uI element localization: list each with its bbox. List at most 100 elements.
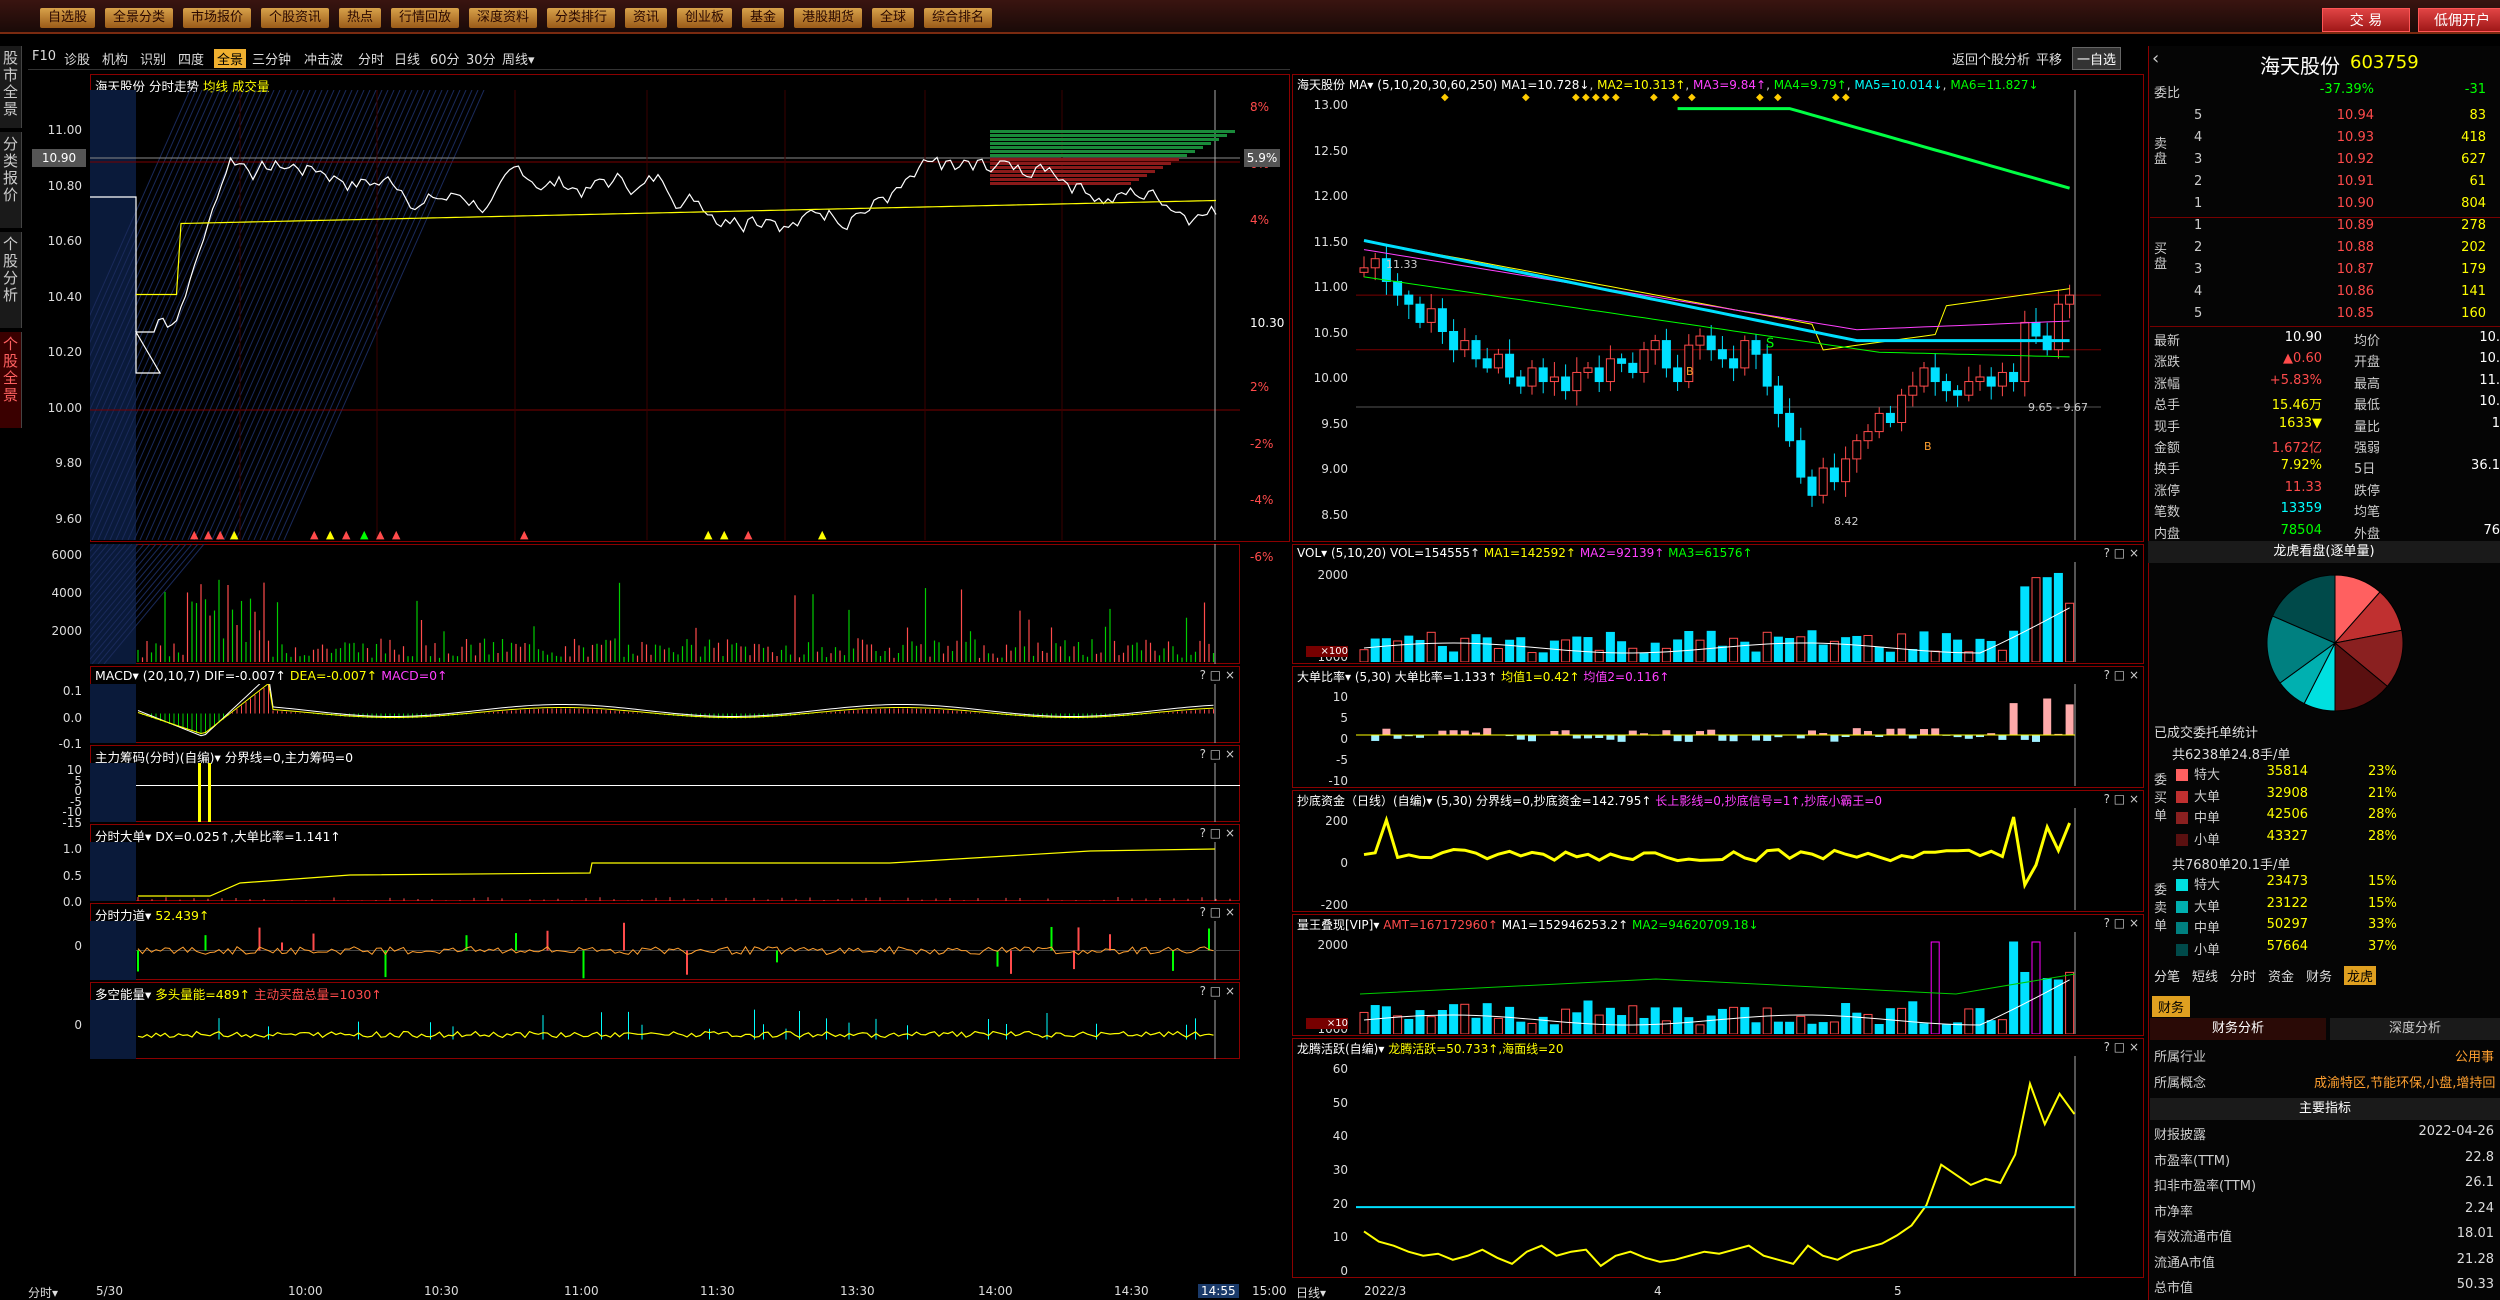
panel-controls[interactable]: ? □ ×: [1200, 668, 1235, 682]
menu-item-12[interactable]: 全球: [872, 8, 915, 28]
ls-tick: 0: [74, 1018, 82, 1032]
time-tick: 10:30: [424, 1284, 459, 1298]
panel-controls[interactable]: ? □ ×: [1200, 905, 1235, 919]
daily-price-tick: 10.00: [1313, 371, 1348, 385]
tool-institution[interactable]: 机构: [102, 49, 128, 68]
tool-diagnose[interactable]: 诊股: [64, 49, 90, 68]
menu-item-3[interactable]: 个股资讯: [261, 8, 330, 28]
menu-item-4[interactable]: 热点: [339, 8, 382, 28]
intraday-price-chart: ▲ ▲ ▲ ▲ ▲ ▲ ▲ ▲ ▲ ▲ ▲ ▲ ▲ ▲ ▲: [90, 90, 1240, 540]
panel-controls[interactable]: ? □ ×: [2104, 1040, 2139, 1054]
daily-period-button[interactable]: 日线▾: [1296, 1284, 1326, 1300]
trade-button[interactable]: 交 易: [2322, 8, 2410, 32]
quote-tab-0[interactable]: 分笔: [2154, 966, 2180, 985]
sidebar-tab-stock-analysis[interactable]: 个股分析: [0, 232, 22, 328]
stat-row: 金额 1.672亿 强弱: [2154, 441, 2381, 456]
sidebar-tab-category[interactable]: 分类报价: [0, 132, 22, 228]
panel-controls[interactable]: ? □ ×: [2104, 916, 2139, 930]
tool-daily[interactable]: 日线: [394, 49, 420, 68]
deep-analysis-tab[interactable]: 深度分析: [2330, 1018, 2500, 1040]
menu-item-7[interactable]: 分类排行: [547, 8, 616, 28]
sidebar-tab-market[interactable]: 股市全景: [0, 46, 22, 128]
vol-tick: 2000: [51, 624, 82, 638]
pct-tick: 4%: [1250, 213, 1270, 227]
dbr-tick: 10: [1332, 690, 1348, 704]
back-button[interactable]: 返回个股分析: [1952, 49, 2030, 68]
tool-timeshare[interactable]: 分时: [358, 49, 384, 68]
panel-controls[interactable]: ? □ ×: [2104, 668, 2139, 682]
tool-impact[interactable]: 冲击波: [304, 49, 343, 68]
lt-tick: 30: [1332, 1163, 1348, 1177]
menu-item-1[interactable]: 全景分类: [105, 8, 174, 28]
lw-tick: 2000: [1317, 938, 1348, 952]
quote-tab-4[interactable]: 财务: [2306, 966, 2332, 985]
signal-marker: ▲: [818, 528, 827, 540]
pct-tick: 2%: [1250, 380, 1270, 394]
event-diamond: ◆: [1842, 92, 1850, 103]
quote-tab-2[interactable]: 分时: [2230, 966, 2256, 985]
menu-item-9[interactable]: 创业板: [677, 8, 733, 28]
back-chevron-icon[interactable]: ‹: [2152, 48, 2159, 69]
dbr-v2: 均值2=0.116↑: [1583, 670, 1670, 684]
vol-params: (5,10,20): [1330, 546, 1387, 560]
panel-controls[interactable]: ? □ ×: [2104, 546, 2139, 560]
time-tick: 13:30: [840, 1284, 875, 1298]
vol-tick: 6000: [51, 548, 82, 562]
event-diamond: ◆: [1572, 92, 1580, 103]
finance-tab[interactable]: 财务: [2152, 996, 2191, 1017]
tool-four[interactable]: 四度: [178, 49, 204, 68]
panel-controls[interactable]: ? □ ×: [1200, 826, 1235, 840]
menu-item-0[interactable]: 自选股: [40, 8, 96, 28]
time-tick: 15:00: [1252, 1284, 1287, 1298]
menu-item-5[interactable]: 行情回放: [391, 8, 460, 28]
cdf-title: 抄底资金（日线）(自编)▾ (5,30) 分界线=0,抄底资金=142.795↑…: [1297, 792, 1882, 809]
stat-row: 现手 1633▼ 量比 1: [2154, 415, 2500, 435]
sidebar-tab-stock-full[interactable]: 个股全景: [0, 332, 22, 428]
ask-row-4: 4 10.93 418: [2194, 130, 2486, 145]
menu-item-2[interactable]: 市场报价: [183, 8, 252, 28]
menu-item-10[interactable]: 基金: [742, 8, 785, 28]
tool-full[interactable]: 全景: [214, 49, 247, 68]
tool-identify[interactable]: 识别: [140, 49, 166, 68]
lt-tick: 10: [1332, 1230, 1348, 1245]
buy-signal: B: [1924, 440, 1932, 453]
signal-marker: ▲: [744, 528, 753, 540]
dbr-tick: -10: [1328, 774, 1348, 788]
ask-row-5: 5 10.94 83: [2194, 108, 2486, 123]
pct-tick: -6%: [1250, 549, 1274, 564]
open-account-button[interactable]: 低佣开户: [2418, 8, 2500, 32]
menu-item-6[interactable]: 深度资料: [469, 8, 538, 28]
quote-tab-1[interactable]: 短线: [2192, 966, 2218, 985]
menu-item-11[interactable]: 港股期货: [794, 8, 863, 28]
quote-tab-3[interactable]: 资金: [2268, 966, 2294, 985]
top-menu-bar: 自选股 全景分类 市场报价 个股资讯 热点 行情回放 深度资料 分类排行 资讯 创业板 基金 港股期货…: [0, 0, 2500, 34]
vol-ma-2: MA3=61576↑: [1668, 546, 1753, 560]
daily-price-tick: 10.50: [1313, 325, 1348, 340]
vol-label: VOL▾: [1297, 546, 1328, 560]
macd-macd: MACD=0↑: [381, 668, 448, 683]
menu-item-8[interactable]: 资讯: [625, 8, 668, 28]
cdf-chart: [1363, 808, 2076, 910]
panel-controls[interactable]: ? □ ×: [2104, 792, 2139, 806]
intraday-period-button[interactable]: 分时▾: [28, 1284, 58, 1300]
tool-f10[interactable]: F10: [32, 49, 56, 64]
macd-tick: 0.0: [62, 710, 82, 725]
chip-chart: [90, 763, 1240, 822]
cdf-text2: 长上影线=0,抄底信号=1↑,抄底小霸王=0: [1655, 794, 1882, 808]
tool-30min[interactable]: 30分: [466, 49, 496, 68]
lt-tick: 0: [1340, 1264, 1348, 1278]
panel-controls[interactable]: ? □ ×: [1200, 747, 1235, 761]
tool-60min[interactable]: 60分: [430, 49, 460, 68]
time-tick: 10:00: [288, 1284, 323, 1298]
time-tick: 14:30: [1114, 1284, 1149, 1298]
pan-button[interactable]: 平移: [2036, 49, 2062, 68]
panel-controls[interactable]: ? □ ×: [1200, 984, 1235, 998]
tool-3min[interactable]: 三分钟: [252, 49, 291, 68]
pct-tick: 8%: [1250, 100, 1270, 114]
tool-weekly[interactable]: 周线▾: [502, 49, 535, 68]
bigorder-tick: 0.5: [62, 868, 82, 883]
menu-item-13[interactable]: 综合排名: [924, 8, 993, 28]
watchlist-select[interactable]: 一自选: [2072, 47, 2122, 70]
fin-analysis-tab[interactable]: 财务分析: [2150, 1018, 2326, 1040]
quote-tab-5[interactable]: 龙虎: [2344, 966, 2377, 985]
